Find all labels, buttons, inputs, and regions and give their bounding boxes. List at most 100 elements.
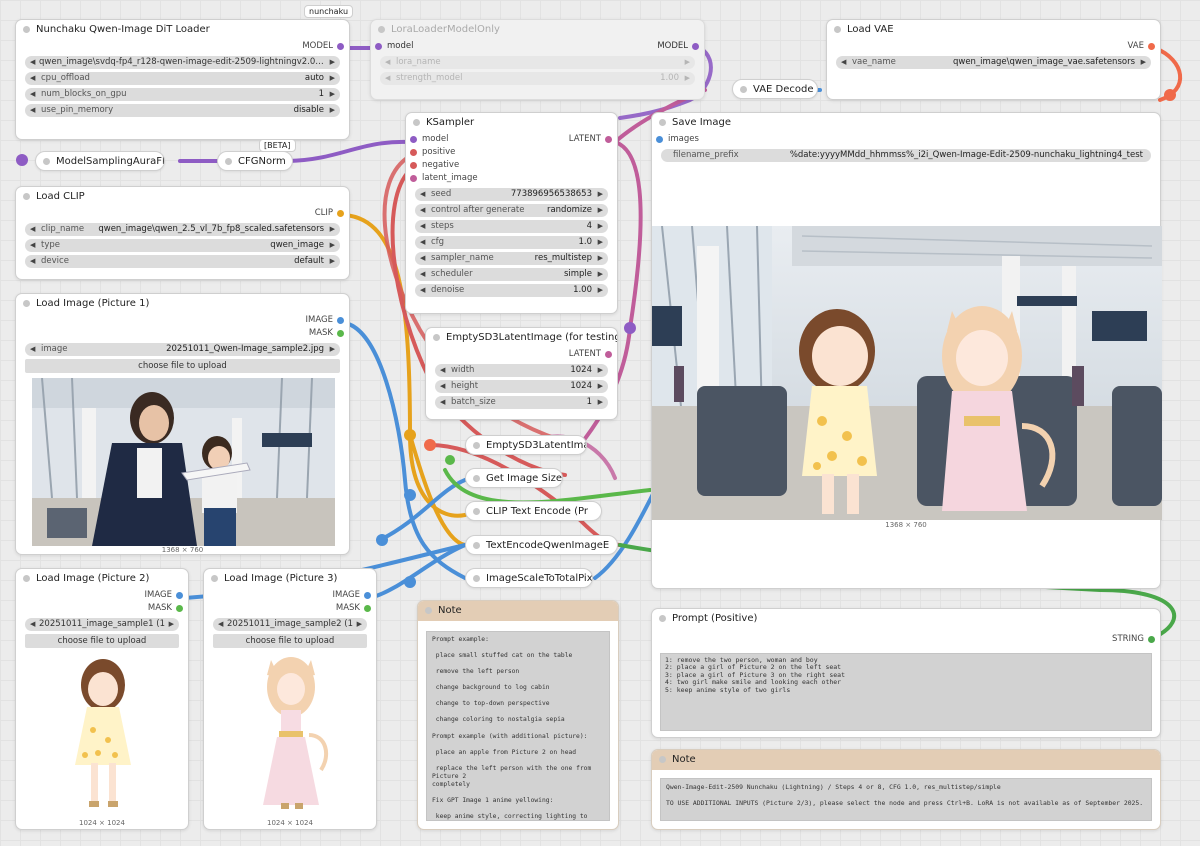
collapse-dot-icon[interactable] [473, 575, 480, 582]
widget-vae-name[interactable]: ◀ vae_name qwen_image\qwen_image_vae.safet… [836, 56, 1151, 69]
arrow-left-icon[interactable]: ◀ [420, 268, 425, 281]
port-dot[interactable] [605, 136, 612, 143]
widget-scheduler[interactable]: ◀ scheduler simple ▶ [415, 268, 608, 281]
widget-cfg[interactable]: ◀ cfg 1.0 ▶ [415, 236, 608, 249]
arrow-right-icon[interactable]: ▶ [598, 380, 603, 393]
arrow-right-icon[interactable]: ▶ [330, 239, 335, 252]
widget-lora-name[interactable]: ◀ lora_name ▶ [380, 56, 695, 69]
node-image-scale[interactable]: ImageScaleToTotalPix [465, 568, 593, 588]
port-dot[interactable] [364, 605, 371, 612]
port-dot[interactable] [410, 162, 417, 169]
arrow-right-icon[interactable]: ▶ [598, 284, 603, 297]
widget-image[interactable]: ◀ 20251011_image_sample1 (1).... ▶ [25, 618, 179, 631]
port-dot[interactable] [410, 149, 417, 156]
prompt-textarea[interactable]: 1: remove the two person, woman and boy … [660, 653, 1152, 731]
collapse-dot-icon[interactable] [425, 607, 432, 614]
collapse-dot-icon[interactable] [659, 756, 666, 763]
widget-sampler-name[interactable]: ◀ sampler_name res_multistep ▶ [415, 252, 608, 265]
widget-control-after-generate[interactable]: ◀ control after generate randomize ▶ [415, 204, 608, 217]
arrow-right-icon[interactable]: ▶ [330, 72, 335, 85]
node-lora-loader[interactable]: LoraLoaderModelOnly model MODEL ◀ lora_na… [370, 19, 705, 100]
node-load-clip[interactable]: Load CLIP CLIP ◀ clip_name qwen_image\qwen… [15, 186, 350, 280]
port-dot[interactable] [337, 43, 344, 50]
arrow-left-icon[interactable]: ◀ [420, 220, 425, 233]
node-ksampler[interactable]: KSampler model LATENT positive negative … [405, 112, 618, 314]
arrow-right-icon[interactable]: ▶ [598, 268, 603, 281]
port-dot[interactable] [410, 136, 417, 143]
widget-width[interactable]: ◀ width 1024 ▶ [435, 364, 608, 377]
arrow-left-icon[interactable]: ◀ [420, 284, 425, 297]
port-dot[interactable] [364, 592, 371, 599]
port-dot[interactable] [1148, 636, 1155, 643]
node-empty-latent[interactable]: EmptySD3LatentImage [465, 435, 587, 455]
node-save-image[interactable]: Save Image images filename_prefix %date:y… [651, 112, 1162, 589]
node-cfg-norm[interactable]: CFGNorm [217, 151, 293, 171]
node-load-image-1[interactable]: Load Image (Picture 1) IMAGE MASK ◀ image… [15, 293, 350, 555]
node-vae-decode[interactable]: VAE Decode [732, 79, 818, 99]
arrow-left-icon[interactable]: ◀ [30, 343, 35, 356]
port-dot[interactable] [410, 175, 417, 182]
node-load-image-3[interactable]: Load Image (Picture 3) IMAGE MASK ◀ 20251… [203, 568, 377, 830]
collapse-dot-icon[interactable] [211, 575, 218, 582]
arrow-left-icon[interactable]: ◀ [420, 252, 425, 265]
node-note-left[interactable]: Note Prompt example: place small stuffed… [417, 600, 619, 830]
node-title[interactable]: Note [418, 601, 618, 621]
arrow-left-icon[interactable]: ◀ [30, 618, 35, 631]
node-text-encode-qwen[interactable]: TextEncodeQwenImageE [465, 535, 618, 555]
arrow-left-icon[interactable]: ◀ [385, 56, 390, 69]
arrow-left-icon[interactable]: ◀ [420, 188, 425, 201]
collapse-dot-icon[interactable] [659, 119, 666, 126]
arrow-right-icon[interactable]: ▶ [598, 364, 603, 377]
node-get-image-size[interactable]: Get Image Size [465, 468, 563, 488]
node-nunchaku-loader[interactable]: Nunchaku Qwen-Image DiT Loader MODEL ◀ qw… [15, 19, 350, 140]
widget-seed[interactable]: ◀ seed 773896956538653 ▶ [415, 188, 608, 201]
widget-image[interactable]: ◀ 20251011_image_sample2 (1).... ▶ [213, 618, 367, 631]
widget-denoise[interactable]: ◀ denoise 1.00 ▶ [415, 284, 608, 297]
collapse-dot-icon[interactable] [23, 26, 30, 33]
arrow-left-icon[interactable]: ◀ [30, 56, 35, 69]
node-title[interactable]: Load VAE [827, 20, 1160, 40]
node-title[interactable]: Load Image (Picture 3) [204, 569, 376, 589]
node-title[interactable]: Note [652, 750, 1160, 770]
arrow-left-icon[interactable]: ◀ [30, 104, 35, 117]
arrow-right-icon[interactable]: ▶ [598, 396, 603, 409]
arrow-left-icon[interactable]: ◀ [420, 236, 425, 249]
arrow-left-icon[interactable]: ◀ [30, 255, 35, 268]
collapse-dot-icon[interactable] [43, 158, 50, 165]
arrow-left-icon[interactable]: ◀ [218, 618, 223, 631]
node-clip-text-encode[interactable]: CLIP Text Encode (Pr [465, 501, 602, 521]
collapse-dot-icon[interactable] [473, 475, 480, 482]
widget-cpu-offload[interactable]: ◀ cpu_offload auto ▶ [25, 72, 340, 85]
collapse-dot-icon[interactable] [413, 119, 420, 126]
arrow-right-icon[interactable]: ▶ [598, 220, 603, 233]
widget-height[interactable]: ◀ height 1024 ▶ [435, 380, 608, 393]
node-title[interactable]: Load CLIP [16, 187, 349, 207]
arrow-left-icon[interactable]: ◀ [420, 204, 425, 217]
port-dot[interactable] [605, 351, 612, 358]
node-prompt-positive[interactable]: Prompt (Positive) STRING 1: remove the t… [651, 608, 1161, 738]
collapse-dot-icon[interactable] [23, 193, 30, 200]
node-empty-latent-testing[interactable]: EmptySD3LatentImage (for testing) LATENT… [425, 327, 618, 420]
collapse-dot-icon[interactable] [473, 542, 480, 549]
node-title[interactable]: Load Image (Picture 1) [16, 294, 349, 314]
node-title[interactable]: Load Image (Picture 2) [16, 569, 188, 589]
widget-pin-memory[interactable]: ◀ use_pin_memory disable ▶ [25, 104, 340, 117]
node-model-sampling[interactable]: ModelSamplingAuraFlo [35, 151, 165, 171]
node-title[interactable]: Save Image [652, 113, 1160, 133]
arrow-left-icon[interactable]: ◀ [440, 364, 445, 377]
arrow-right-icon[interactable]: ▶ [330, 255, 335, 268]
widget-device[interactable]: ◀ device default ▶ [25, 255, 340, 268]
arrow-right-icon[interactable]: ▶ [598, 204, 603, 217]
collapse-dot-icon[interactable] [378, 26, 385, 33]
arrow-left-icon[interactable]: ◀ [30, 72, 35, 85]
port-dot[interactable] [176, 605, 183, 612]
port-dot[interactable] [337, 317, 344, 324]
widget-type[interactable]: ◀ type qwen_image ▶ [25, 239, 340, 252]
node-note-right[interactable]: Note Qwen-Image-Edit-2509 Nunchaku (Ligh… [651, 749, 1161, 830]
collapse-dot-icon[interactable] [23, 575, 30, 582]
arrow-left-icon[interactable]: ◀ [385, 72, 390, 85]
node-load-image-2[interactable]: Load Image (Picture 2) IMAGE MASK ◀ 20251… [15, 568, 189, 830]
node-title[interactable]: LoraLoaderModelOnly [371, 20, 704, 40]
arrow-left-icon[interactable]: ◀ [440, 396, 445, 409]
collapse-dot-icon[interactable] [834, 26, 841, 33]
